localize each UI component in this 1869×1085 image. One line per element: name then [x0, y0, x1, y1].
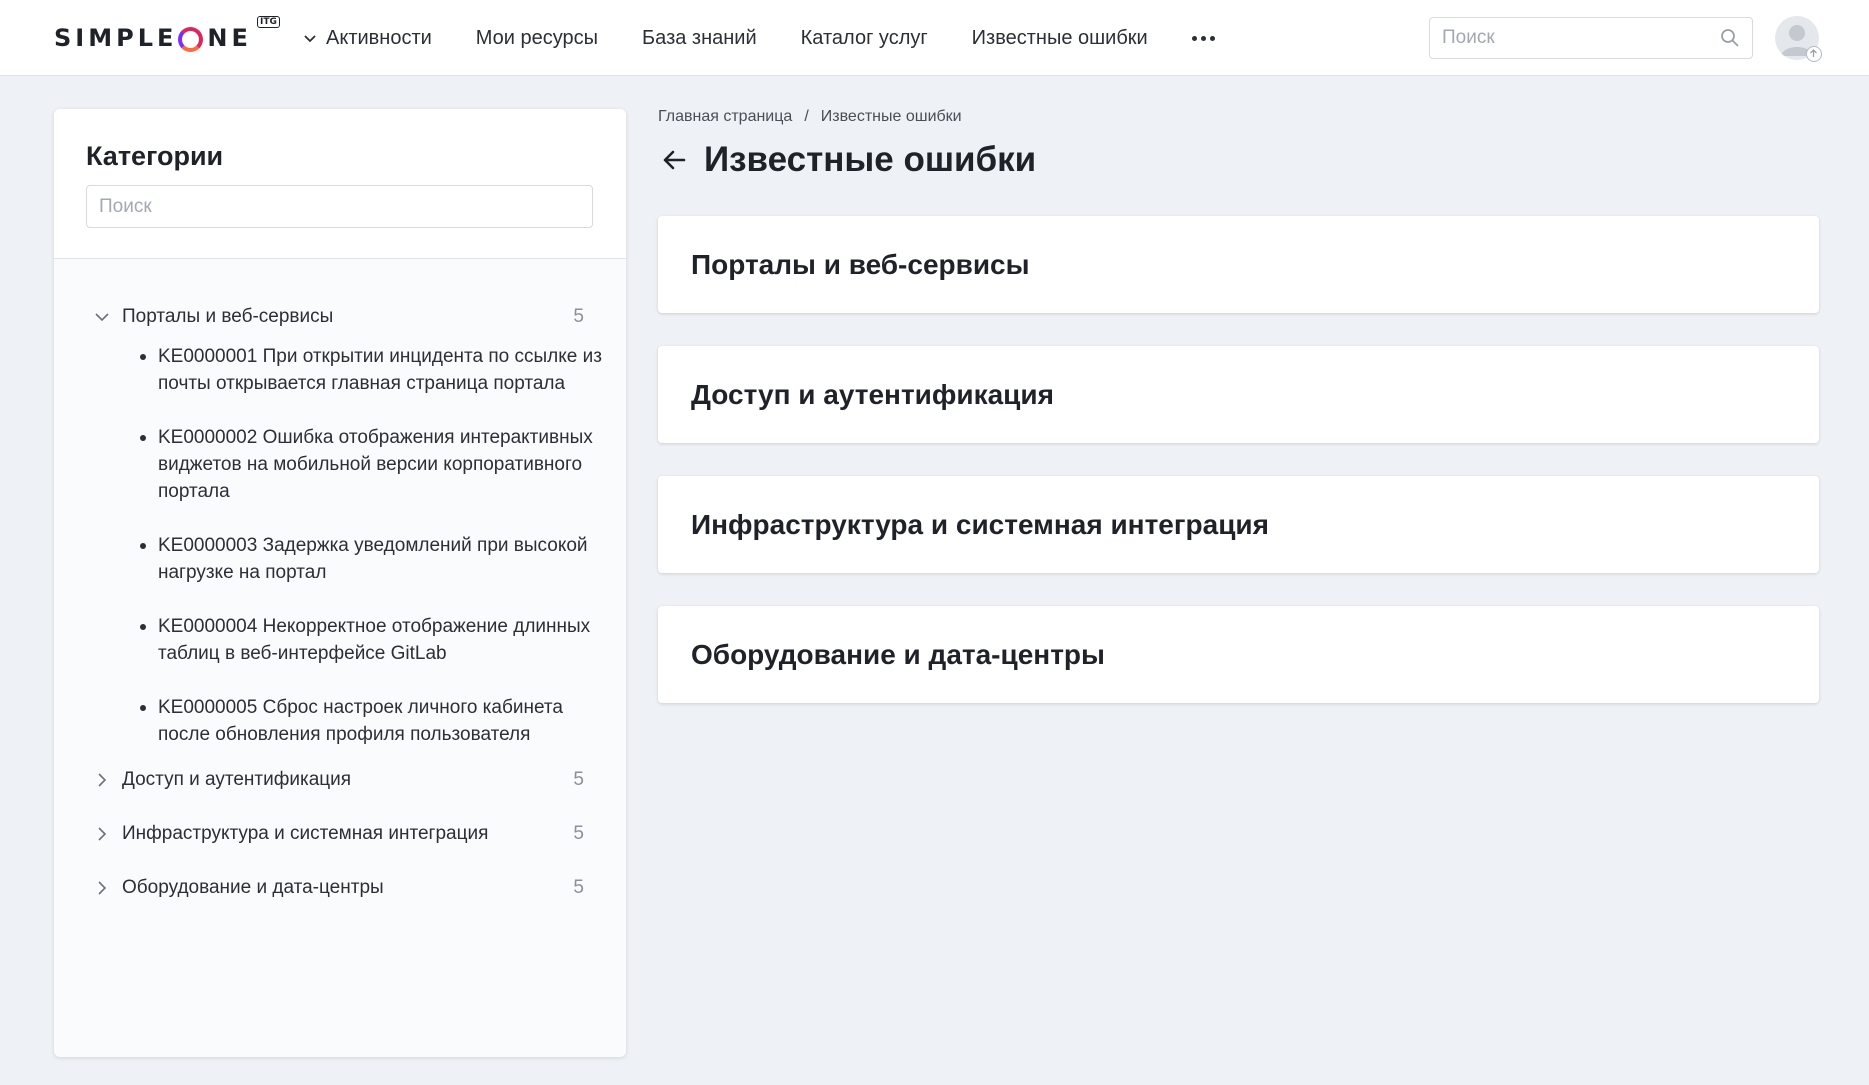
chevron-down-icon — [304, 35, 316, 43]
nav-my-resources-label: Мои ресурсы — [475, 26, 599, 49]
top-header: SIMPLE NE ITG Активности Мои ресурсы База… — [0, 0, 1869, 76]
nav-service-catalog[interactable]: Каталог услуг — [801, 27, 928, 50]
known-error-item[interactable]: KE0000002 Ошибка отображения интерактивн… — [136, 424, 606, 505]
nav-activities[interactable]: Активности — [302, 27, 432, 50]
page-heading: Известные ошибки — [658, 140, 1036, 180]
chevron-right-icon[interactable] — [92, 770, 112, 790]
category-card-infrastructure[interactable]: Инфраструктура и системная интеграция — [658, 476, 1819, 573]
breadcrumb-separator: / — [804, 108, 809, 125]
category-label: Порталы и веб-сервисы — [122, 306, 334, 327]
category-label: Оборудование и дата-центры — [122, 877, 384, 898]
category-hardware[interactable]: Оборудование и дата-центры 5 — [86, 870, 594, 906]
category-count: 5 — [573, 769, 584, 790]
category-count: 5 — [573, 823, 584, 844]
chevron-right-icon[interactable] — [92, 824, 112, 844]
sidebar-header: Категории — [54, 109, 626, 259]
category-tree: Порталы и веб-сервисы 5 KE0000001 При от… — [54, 259, 626, 906]
known-error-list: KE0000001 При открытии инцидента по ссыл… — [86, 343, 602, 748]
categories-sidebar: Категории Порталы и веб-сервисы 5 KE0000… — [54, 109, 626, 1057]
category-count: 5 — [573, 877, 584, 898]
category-infrastructure[interactable]: Инфраструктура и системная интеграция 5 — [86, 816, 594, 852]
category-cards: Порталы и веб-сервисы Доступ и аутентифи… — [658, 216, 1819, 736]
nav-knowledge-base[interactable]: База знаний — [642, 27, 757, 50]
category-portals[interactable]: Порталы и веб-сервисы 5 — [86, 299, 594, 335]
category-card-hardware[interactable]: Оборудование и дата-центры — [658, 606, 1819, 703]
nav-knowledge-base-label: База знаний — [642, 26, 757, 49]
category-access[interactable]: Доступ и аутентификация 5 — [86, 762, 594, 798]
sidebar-title: Категории — [86, 141, 224, 171]
nav-activities-label: Активности — [326, 26, 432, 49]
ellipsis-icon[interactable] — [1191, 35, 1215, 41]
back-arrow-icon[interactable] — [658, 144, 690, 176]
page-title: Известные ошибки — [704, 140, 1037, 179]
main-nav: Активности Мои ресурсы База знаний Катал… — [302, 0, 1215, 76]
avatar-upload-icon[interactable] — [1806, 46, 1822, 62]
known-error-item[interactable]: KE0000004 Некорректное отображение длинн… — [136, 613, 606, 667]
known-error-item[interactable]: KE0000005 Сброс настроек личного кабинет… — [136, 694, 606, 748]
category-card-access[interactable]: Доступ и аутентификация — [658, 346, 1819, 443]
nav-known-errors-label: Известные ошибки — [971, 26, 1148, 49]
known-error-item[interactable]: KE0000003 Задержка уведомлений при высок… — [136, 532, 606, 586]
logo-badge: ITG — [256, 16, 280, 28]
category-search-input[interactable] — [86, 185, 593, 228]
category-count: 5 — [573, 306, 584, 327]
header-search — [1429, 17, 1753, 59]
known-error-item[interactable]: KE0000001 При открытии инцидента по ссыл… — [136, 343, 606, 397]
nav-service-catalog-label: Каталог услуг — [800, 26, 928, 49]
nav-known-errors[interactable]: Известные ошибки — [972, 27, 1148, 50]
simpleone-logo[interactable]: SIMPLE NE ITG — [54, 16, 280, 52]
breadcrumb-home-link[interactable]: Главная страница — [658, 108, 792, 126]
category-label: Инфраструктура и системная интеграция — [122, 823, 489, 844]
category-card-portals[interactable]: Порталы и веб-сервисы — [658, 216, 1819, 313]
chevron-right-icon[interactable] — [92, 878, 112, 898]
search-icon[interactable] — [1720, 28, 1740, 48]
header-search-input[interactable] — [1430, 18, 1700, 58]
breadcrumb: Главная страница / Известные ошибки — [658, 108, 962, 126]
category-label: Доступ и аутентификация — [122, 769, 352, 790]
logo-ring-icon — [178, 26, 204, 52]
breadcrumb-current: Известные ошибки — [820, 108, 962, 125]
nav-my-resources[interactable]: Мои ресурсы — [476, 27, 598, 50]
chevron-down-icon[interactable] — [92, 307, 112, 327]
